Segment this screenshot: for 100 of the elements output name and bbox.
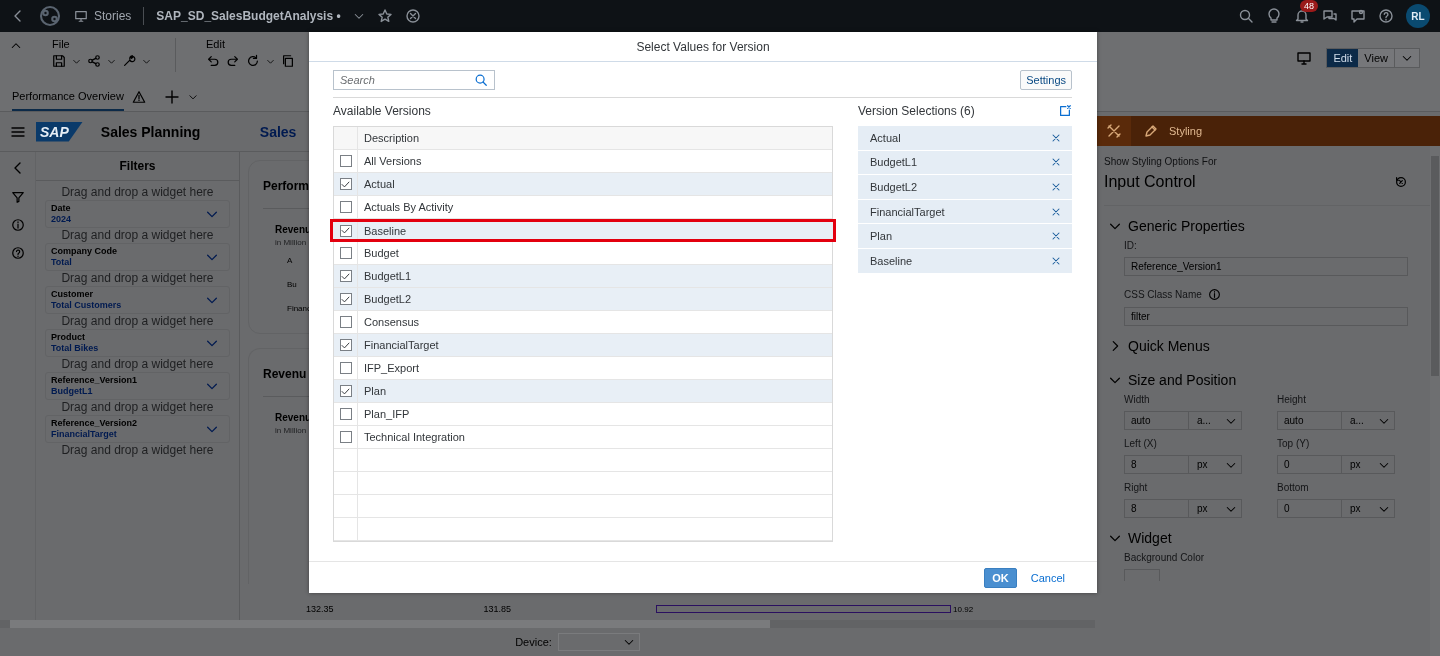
number-field[interactable]: 8 (1125, 500, 1189, 517)
ok-button[interactable]: OK (984, 567, 1017, 588)
checkbox[interactable] (339, 224, 352, 237)
number-field[interactable]: 0 (1278, 456, 1342, 473)
filter-dropdown[interactable]: Date 2024 (45, 200, 230, 228)
redo-icon[interactable] (226, 54, 240, 68)
search-icon[interactable] (474, 73, 488, 87)
selection-item[interactable]: BudgetL1 (858, 150, 1072, 176)
settings-button[interactable]: Settings (1020, 70, 1072, 90)
info-icon[interactable] (10, 218, 25, 232)
mode-button[interactable]: View (1358, 49, 1394, 67)
section-header[interactable]: Widget (1104, 518, 1430, 552)
version-row[interactable]: Technical Integration (334, 426, 832, 449)
reset-icon[interactable] (1394, 175, 1408, 189)
share-icon[interactable] (87, 54, 101, 68)
unit-dropdown[interactable]: px (1342, 456, 1394, 473)
section-header[interactable]: Quick Menus (1104, 326, 1430, 360)
version-row[interactable]: Plan (334, 380, 832, 403)
drop-hint: Drag and drop a widget here (61, 228, 214, 243)
copy-icon[interactable] (281, 54, 295, 68)
filter-dropdown[interactable]: Reference_Version1 BudgetL1 (45, 372, 230, 400)
selection-item[interactable]: Actual (858, 126, 1072, 151)
text-field[interactable]: filter (1124, 307, 1408, 326)
close-icon[interactable] (404, 8, 421, 24)
checkbox[interactable] (339, 316, 352, 328)
feedback-icon[interactable] (1350, 8, 1366, 24)
number-field[interactable]: 8 (1125, 456, 1189, 473)
selection-item[interactable]: Baseline (858, 248, 1072, 274)
version-label: Actuals By Activity (363, 201, 454, 213)
checkbox[interactable] (339, 178, 352, 190)
version-row[interactable]: Plan_IFP (334, 403, 832, 426)
story-title[interactable]: SAP_SD_SalesBudgetAnalysis • (156, 9, 341, 23)
version-row[interactable]: FinancialTarget (334, 334, 832, 357)
filter-value: Total (51, 257, 73, 268)
refresh-icon[interactable] (246, 54, 260, 68)
chat-icon[interactable] (1322, 8, 1338, 24)
avatar[interactable]: RL (1406, 4, 1430, 28)
popout-icon[interactable] (1058, 104, 1072, 118)
section-header[interactable]: Size and Position (1104, 360, 1430, 394)
cancel-button[interactable]: Cancel (1030, 571, 1065, 584)
version-row[interactable]: BudgetL2 (334, 288, 832, 311)
unit-dropdown[interactable]: px (1189, 456, 1241, 473)
text-field[interactable]: Reference_Version1 (1124, 257, 1408, 276)
field-label: Background Color (1124, 552, 1206, 563)
unit-dropdown[interactable]: a... (1189, 412, 1241, 429)
scrollbar-thumb[interactable] (10, 620, 770, 628)
unit-dropdown[interactable]: px (1342, 500, 1394, 517)
checkbox[interactable] (339, 362, 352, 374)
selection-item[interactable]: BudgetL2 (858, 175, 1072, 200)
checkbox[interactable] (339, 431, 352, 443)
version-label: Baseline (363, 224, 407, 237)
help-icon[interactable] (1378, 8, 1394, 24)
search-field[interactable]: Search (333, 70, 495, 90)
save-icon[interactable] (52, 54, 66, 68)
remove-icon[interactable] (1050, 181, 1062, 193)
wrench-icon[interactable] (122, 54, 136, 68)
checkbox[interactable] (339, 385, 352, 397)
add-icon[interactable] (163, 88, 180, 105)
number-field[interactable]: auto (1125, 412, 1189, 429)
field-label: CSS Class Name (1124, 289, 1202, 300)
page-tab[interactable]: Performance Overview (12, 82, 124, 111)
page-title: Sales (259, 123, 297, 140)
lightbulb-icon[interactable] (1266, 8, 1282, 24)
search-icon[interactable] (1238, 8, 1254, 24)
version-row[interactable]: BudgetL1 (334, 265, 832, 288)
filter-dropdown[interactable]: Reference_Version2 FinancialTarget (45, 415, 230, 443)
panel-tab[interactable]: Styling (1169, 125, 1203, 137)
checkbox[interactable] (339, 270, 352, 282)
warning-icon (131, 89, 146, 104)
selection-item[interactable]: FinancialTarget (858, 199, 1072, 225)
undo-icon[interactable] (206, 54, 220, 68)
tools-icon (1106, 123, 1122, 139)
breadcrumb-link[interactable]: Stories (94, 9, 132, 23)
version-label: All Versions (363, 155, 422, 167)
checkbox[interactable] (339, 408, 352, 420)
star-icon[interactable] (376, 8, 393, 24)
monitor-icon[interactable] (1296, 50, 1313, 66)
version-row[interactable]: Baseline (330, 219, 836, 242)
checkbox[interactable] (339, 247, 352, 259)
unit-dropdown[interactable]: a... (1342, 412, 1394, 429)
filter-label: Company Code (51, 246, 117, 257)
checkbox[interactable] (339, 339, 352, 351)
checkbox[interactable] (339, 201, 352, 213)
filter-dropdown[interactable]: Product Total Bikes (45, 329, 230, 357)
notification-icon[interactable] (1294, 8, 1310, 24)
checkbox[interactable] (339, 293, 352, 305)
selection-item[interactable]: Plan (858, 224, 1072, 249)
number-field[interactable]: 0 (1278, 500, 1342, 517)
filter-icon[interactable] (10, 190, 25, 204)
checkbox[interactable] (339, 155, 352, 167)
unit-dropdown[interactable]: px (1189, 500, 1241, 517)
filter-dropdown[interactable]: Customer Total Customers (45, 286, 230, 314)
mode-button[interactable]: Edit (1327, 49, 1359, 67)
version-row[interactable]: Actual (334, 173, 832, 196)
section-header[interactable]: Generic Properties (1104, 206, 1430, 240)
filter-label: Date (51, 203, 72, 214)
help-icon[interactable] (10, 246, 25, 260)
number-field[interactable]: auto (1278, 412, 1342, 429)
tools-tab[interactable] (1097, 116, 1131, 146)
filter-dropdown[interactable]: Company Code Total (45, 243, 230, 271)
